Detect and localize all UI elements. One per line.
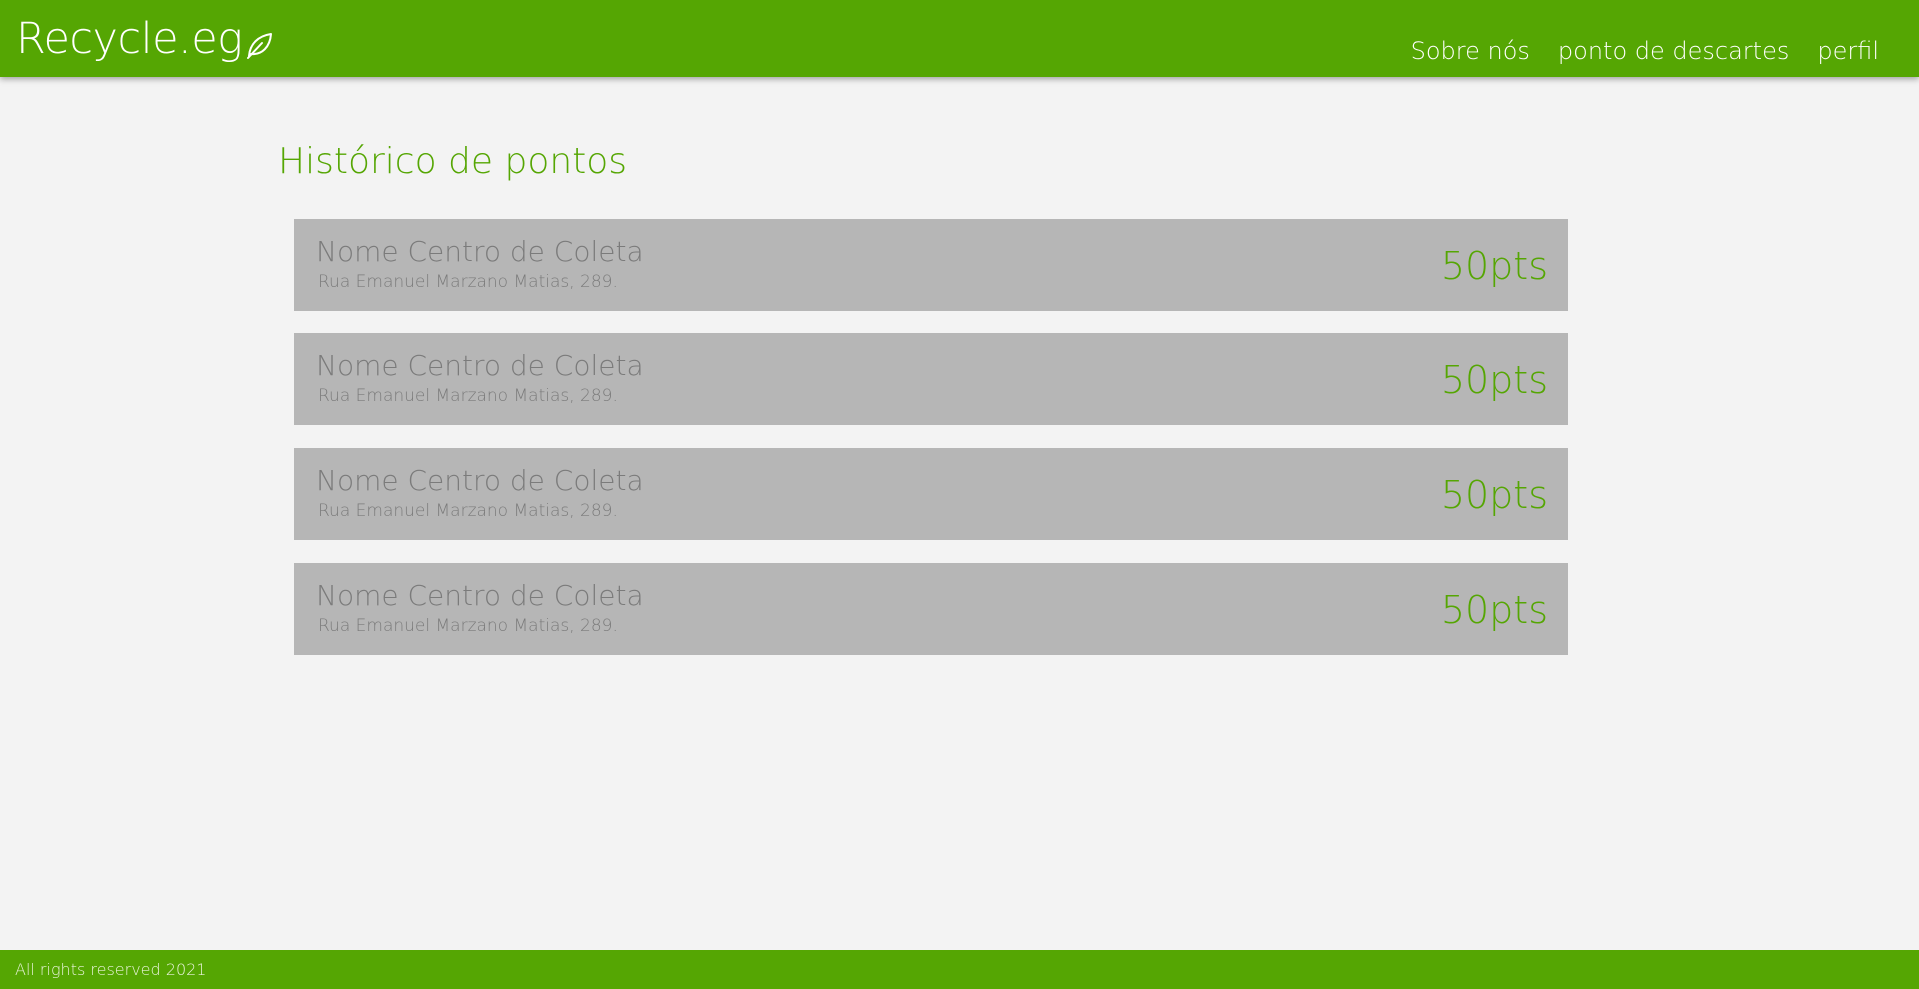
collection-center-address: Rua Emanuel Marzano Matias, 289. [318,386,618,406]
history-card: Nome Centro de Coleta Rua Emanuel Marzan… [294,333,1568,425]
collection-center-address: Rua Emanuel Marzano Matias, 289. [318,272,618,292]
main-content: Histórico de pontos Nome Centro de Colet… [278,130,1568,655]
collection-center-name: Nome Centro de Coleta [316,349,644,382]
points-value: 50pts [1440,244,1548,288]
footer-copyright: All rights reserved 2021 [15,960,207,979]
nav-link-sobre-nos[interactable]: Sobre nós [1411,34,1530,68]
points-value: 50pts [1440,588,1548,632]
top-navbar: Recycle.eg Sobre nós ponto de descartes … [0,0,1919,77]
collection-center-name: Nome Centro de Coleta [316,579,644,612]
nav-link-perfil[interactable]: perfil [1817,34,1879,68]
leaf-icon [247,33,273,59]
collection-center-address: Rua Emanuel Marzano Matias, 289. [318,501,618,521]
main-nav: Sobre nós ponto de descartes perfil [1411,34,1879,68]
collection-center-name: Nome Centro de Coleta [316,464,644,497]
history-card: Nome Centro de Coleta Rua Emanuel Marzan… [294,563,1568,655]
page-title: Histórico de pontos [278,141,628,182]
collection-center-name: Nome Centro de Coleta [316,235,644,268]
points-value: 50pts [1440,358,1548,402]
collection-center-address: Rua Emanuel Marzano Matias, 289. [318,616,618,636]
history-card: Nome Centro de Coleta Rua Emanuel Marzan… [294,219,1568,311]
brand-logo-link[interactable]: Recycle.eg [16,14,274,64]
history-card: Nome Centro de Coleta Rua Emanuel Marzan… [294,448,1568,540]
footer: All rights reserved 2021 [0,950,1919,989]
brand-name: Recycle.eg [16,14,243,64]
points-value: 50pts [1440,473,1548,517]
nav-link-ponto-de-descartes[interactable]: ponto de descartes [1558,34,1789,68]
points-history-list: Nome Centro de Coleta Rua Emanuel Marzan… [294,219,1568,677]
